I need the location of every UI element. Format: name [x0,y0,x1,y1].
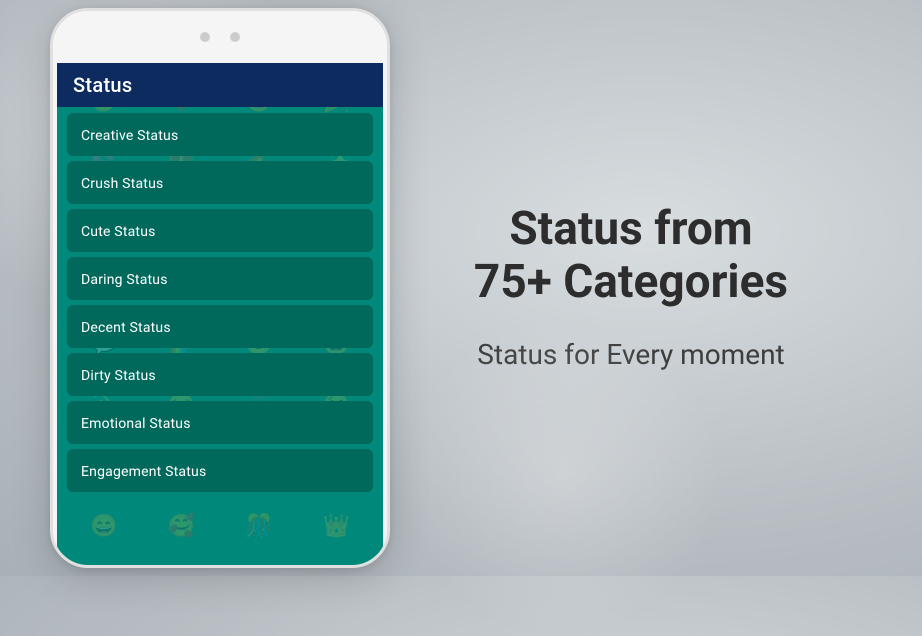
list-item[interactable]: Dirty Status [67,353,373,396]
right-content-area: Status from75+ Categories Status for Eve… [340,163,922,413]
phone-screen: 😊❤️😂🎉💕😍🔥✨💯👌😎🌟💪🎶😜👍💬🌈😇🤩💫😏🎵😘🌸💥🤣💃😄🥰🎊👑 Status… [57,63,383,565]
list-item-label: Cute Status [81,224,156,240]
list-item-label: Dirty Status [81,368,156,384]
list-item[interactable]: Creative Status [67,113,373,156]
list-item[interactable]: Cute Status [67,209,373,252]
list-item[interactable]: Engagement Status [67,449,373,492]
list-item-label: Engagement Status [81,464,206,480]
headline-text: Status from75+ Categories [474,203,788,309]
list-item-label: Daring Status [81,272,168,288]
app-header: Status [57,63,383,107]
camera-dot-left [200,32,210,42]
list-item-label: Decent Status [81,320,171,336]
list-item[interactable]: Crush Status [67,161,373,204]
list-item[interactable]: Daring Status [67,257,373,300]
list-item[interactable]: Decent Status [67,305,373,348]
category-list: Creative Status Crush Status Cute Status Da… [57,107,383,565]
list-item-label: Creative Status [81,128,178,144]
phone-top-bar [53,11,387,63]
list-item-label: Emotional Status [81,416,191,432]
list-item[interactable]: Emotional Status [67,401,373,444]
subheadline-text: Status for Every moment [477,337,784,373]
phone-mockup: 😊❤️😂🎉💕😍🔥✨💯👌😎🌟💪🎶😜👍💬🌈😇🤩💫😏🎵😘🌸💥🤣💃😄🥰🎊👑 Status… [50,8,390,568]
list-item-label: Crush Status [81,176,163,192]
app-title: Status [73,73,132,97]
camera-dot-right [230,32,240,42]
